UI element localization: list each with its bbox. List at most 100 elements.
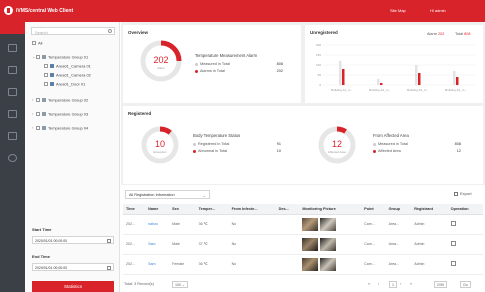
legend-dot xyxy=(373,149,376,153)
current-page[interactable]: 1 xyxy=(389,281,397,288)
col-sex[interactable]: Sex xyxy=(169,204,196,215)
user-menu[interactable]: Hi admin xyxy=(430,8,446,13)
checkbox[interactable] xyxy=(44,81,48,86)
col-name[interactable]: Name xyxy=(145,204,170,215)
capture-thumbnail[interactable] xyxy=(320,217,337,231)
tree-item-label: Area01_Camera 02 xyxy=(56,72,91,78)
col-registrant[interactable]: Registrant xyxy=(411,204,448,215)
col-point[interactable]: Point xyxy=(361,204,386,215)
edit-icon[interactable] xyxy=(450,261,456,266)
registration-filter-select[interactable]: All Registration Information ⌄ xyxy=(125,190,210,199)
bar-total xyxy=(415,65,418,85)
capture-thumbnail[interactable] xyxy=(320,237,337,251)
col-time[interactable]: Time xyxy=(123,204,146,215)
calendar-icon[interactable] xyxy=(8,110,17,118)
filter-value: All Registration Information xyxy=(129,193,175,197)
capture-thumbnail[interactable] xyxy=(302,237,319,251)
registered-title: Registered xyxy=(128,111,152,116)
table-row[interactable]: 202... Sam Female 36 ℃ No Cam... Area...… xyxy=(123,254,483,275)
tree-item-camera-01[interactable]: Area01_Camera 01 xyxy=(44,63,91,69)
edit-icon[interactable] xyxy=(450,241,456,246)
export-button[interactable]: Export xyxy=(454,191,472,196)
monitor-icon[interactable] xyxy=(8,44,17,52)
cell-description xyxy=(275,214,300,235)
overview-subtitle: Temperature Measurement Alarm xyxy=(195,53,258,58)
col-from-infected[interactable]: From Infecte... xyxy=(228,204,276,215)
prev-page-button[interactable]: ‹ xyxy=(378,282,379,286)
x-tick-label: Building A3_m... xyxy=(407,88,429,92)
tree-item-door-01[interactable]: Area01_Door 01 xyxy=(44,81,85,87)
table-row[interactable]: 202... Sam Male 37 ℃ No Cam... Area... A… xyxy=(123,234,483,255)
cell-sex: Female xyxy=(169,254,196,275)
bell-icon[interactable] xyxy=(8,66,17,74)
legend-label: Measured in Total xyxy=(200,62,230,66)
bar-alarm xyxy=(418,73,421,85)
col-group[interactable]: Group xyxy=(385,204,412,215)
tree-item-group-01[interactable]: ⌄ Temperature Group 01 xyxy=(32,54,88,60)
cell-group: Area... xyxy=(385,254,412,275)
search-icon[interactable] xyxy=(108,29,112,33)
registered-row-measured: Measured in Total 808 xyxy=(373,142,461,146)
next-page-button[interactable]: › xyxy=(400,282,401,286)
start-time-input[interactable]: 2020/01/01 00:00:00 xyxy=(32,236,114,244)
bar-total xyxy=(339,61,342,85)
statistics-button[interactable]: Statistics xyxy=(32,281,114,292)
tree-item-group-02[interactable]: › Temperature Group 02 xyxy=(32,97,88,103)
records-table: Time Name Sex Temper... From Infecte... … xyxy=(123,204,483,275)
checkbox[interactable] xyxy=(44,63,48,68)
cell-temperature: 36 ℃ xyxy=(195,214,229,235)
registered-row-affected: Affected Area 12 xyxy=(373,149,461,153)
checkbox[interactable] xyxy=(36,111,40,116)
gear-icon[interactable] xyxy=(8,154,17,162)
cell-name-link[interactable]: Sam xyxy=(145,234,170,255)
file-icon[interactable] xyxy=(8,88,17,96)
checkbox[interactable] xyxy=(32,40,36,45)
checkbox[interactable] xyxy=(36,125,40,130)
end-time-value: 2020/01/01 00:00:00 xyxy=(35,265,68,270)
cell-monitoring-picture xyxy=(299,234,362,255)
table-row[interactable]: 202... nahzu Male 36 ℃ No Cam... Area...… xyxy=(123,214,483,235)
unregistered-bar-chart: 200 150 100 50 0 Building A1_m... Building A2_… xyxy=(316,43,475,92)
y-tick-label: 50 xyxy=(318,73,322,77)
capture-thumbnail[interactable] xyxy=(302,217,319,231)
cell-from-infected: No xyxy=(228,254,276,275)
col-description[interactable]: Des... xyxy=(275,204,300,215)
col-monitoring-picture[interactable]: Monitoring Picture xyxy=(299,204,362,215)
registered-row-total: Registered in Total 91 xyxy=(193,142,281,146)
legend-alarm-label: Alarm xyxy=(427,32,437,36)
capture-thumbnail[interactable] xyxy=(302,257,319,271)
checkbox[interactable] xyxy=(36,97,40,102)
tree-item-camera-02[interactable]: Area01_Camera 02 xyxy=(44,72,91,78)
checkbox[interactable] xyxy=(36,54,40,59)
go-button[interactable]: Go xyxy=(460,281,471,288)
edit-icon[interactable] xyxy=(450,221,456,226)
bar-alarm xyxy=(456,77,459,85)
tree-item-group-04[interactable]: › Temperature Group 04 xyxy=(32,125,88,131)
chart-icon[interactable] xyxy=(8,132,17,140)
col-temperature[interactable]: Temper... xyxy=(195,204,229,215)
top-bar: iVMS/central Web Client Site Map Hi admi… xyxy=(0,0,485,22)
goto-page-input[interactable]: 2/99 xyxy=(434,281,447,288)
legend-value: 808 xyxy=(276,62,283,66)
end-time-input[interactable]: 2020/01/01 00:00:00 xyxy=(32,263,114,271)
calendar-icon[interactable] xyxy=(107,265,111,270)
tree-item-label: Temperature Group 01 xyxy=(48,54,89,60)
door-icon xyxy=(50,81,54,86)
col-operation[interactable]: Operation xyxy=(447,204,483,215)
tree-all[interactable]: All xyxy=(32,40,42,46)
cell-name-link[interactable]: nahzu xyxy=(145,214,170,235)
last-page-button[interactable]: » xyxy=(410,282,412,286)
search-input[interactable]: Search xyxy=(31,27,115,35)
pagination-total: Total: 3 Record(s) xyxy=(124,282,154,286)
site-map-link[interactable]: Site Map xyxy=(390,8,406,13)
calendar-icon[interactable] xyxy=(107,238,111,243)
legend-value: 12 xyxy=(456,149,461,153)
first-page-button[interactable]: « xyxy=(368,282,370,286)
temperature-icon[interactable] xyxy=(0,22,25,34)
checkbox[interactable] xyxy=(44,72,48,77)
per-page-select[interactable]: 100 ⌄ xyxy=(172,281,189,288)
capture-thumbnail[interactable] xyxy=(320,257,337,271)
tree-item-group-03[interactable]: › Temperature Group 03 xyxy=(32,111,88,117)
cell-name-link[interactable]: Sam xyxy=(145,254,170,275)
legend-label: Measured in Total xyxy=(378,142,408,146)
